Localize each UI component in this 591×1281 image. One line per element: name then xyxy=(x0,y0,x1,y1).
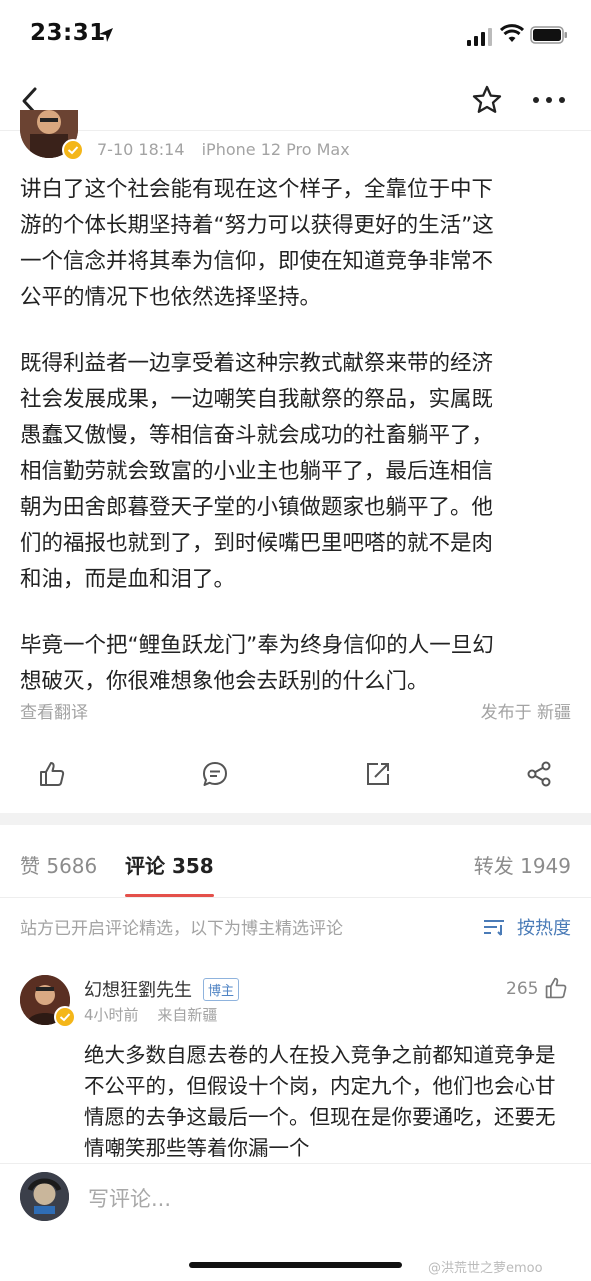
tab-reposts[interactable]: 转发 1949 xyxy=(474,850,571,879)
favorite-star-icon[interactable] xyxy=(471,84,503,116)
status-bar: 23:31 xyxy=(0,0,591,70)
post-date: 7-10 18:14 xyxy=(97,140,185,159)
comment-bubble-icon[interactable] xyxy=(201,760,229,788)
commenter-name[interactable]: 幻想狂劉先生 xyxy=(84,976,192,1002)
my-avatar[interactable] xyxy=(20,1172,69,1221)
comment-like-icon[interactable] xyxy=(544,976,568,1000)
post-meta: 7-10 18:14 iPhone 12 Pro Max xyxy=(97,140,362,159)
wifi-icon xyxy=(500,24,524,42)
comments-notice: 站方已开启评论精选，以下为博主精选评论 xyxy=(20,919,343,939)
comment-like-count: 265 xyxy=(506,979,539,999)
verified-badge-icon xyxy=(54,1006,76,1028)
comment-meta: 4小时前 来自新疆 xyxy=(84,1004,217,1025)
header-divider xyxy=(0,130,591,131)
post-action-bar xyxy=(0,745,591,805)
share-network-icon[interactable] xyxy=(525,760,553,788)
tab-likes[interactable]: 赞 5686 xyxy=(20,850,97,879)
section-separator xyxy=(0,813,591,825)
tabs-divider xyxy=(0,897,591,898)
comment-time: 4小时前 xyxy=(84,1006,139,1024)
battery-icon xyxy=(530,26,567,44)
translate-link[interactable]: 查看翻译 xyxy=(20,698,88,723)
post-location: 发布于 新疆 xyxy=(480,703,571,723)
post-paragraph: 既得利益者一边享受着这种宗教式献祭来带的经济 社会发展成果，一边嘲笑自我献祭的祭… xyxy=(20,351,494,592)
tab-comments[interactable]: 评论 358 xyxy=(125,850,214,879)
repost-share-icon[interactable] xyxy=(364,760,392,788)
cellular-signal-icon xyxy=(467,28,492,46)
more-options-icon[interactable] xyxy=(532,96,566,104)
verified-badge-icon xyxy=(62,139,84,161)
author-badge: 博主 xyxy=(203,978,240,1001)
post-body: 讲白了这个社会能有现在这个样子，全靠位于中下 游的个体长期坚持着“努力可以获得更… xyxy=(20,172,572,700)
comment-source: 来自新疆 xyxy=(157,1006,218,1024)
location-arrow-icon xyxy=(99,28,113,42)
home-indicator xyxy=(189,1262,402,1268)
status-time: 23:31 xyxy=(30,20,106,46)
like-thumb-icon[interactable] xyxy=(38,760,66,788)
sort-by-hot-button[interactable]: 按热度 xyxy=(517,914,571,940)
comment-input[interactable]: 写评论... xyxy=(88,1183,171,1213)
post-device: iPhone 12 Pro Max xyxy=(201,140,350,159)
post-paragraph: 毕竟一个把“鲤鱼跃龙门”奉为终身信仰的人一旦幻 想破灭，你很难想象他会去跃别的什… xyxy=(20,633,494,694)
post-paragraph: 讲白了这个社会能有现在这个样子，全靠位于中下 游的个体长期坚持着“努力可以获得更… xyxy=(20,177,494,310)
watermark: @洪荒世之萝emoo xyxy=(428,1261,543,1276)
sort-icon[interactable] xyxy=(483,918,505,936)
comment-text: 绝大多数自愿去卷的人在投入竞争之前都知道竞争是不公平的，但假设十个岗，内定九个，… xyxy=(84,1043,556,1160)
engagement-tabs: 赞 5686 评论 358 转发 1949 xyxy=(0,840,591,900)
